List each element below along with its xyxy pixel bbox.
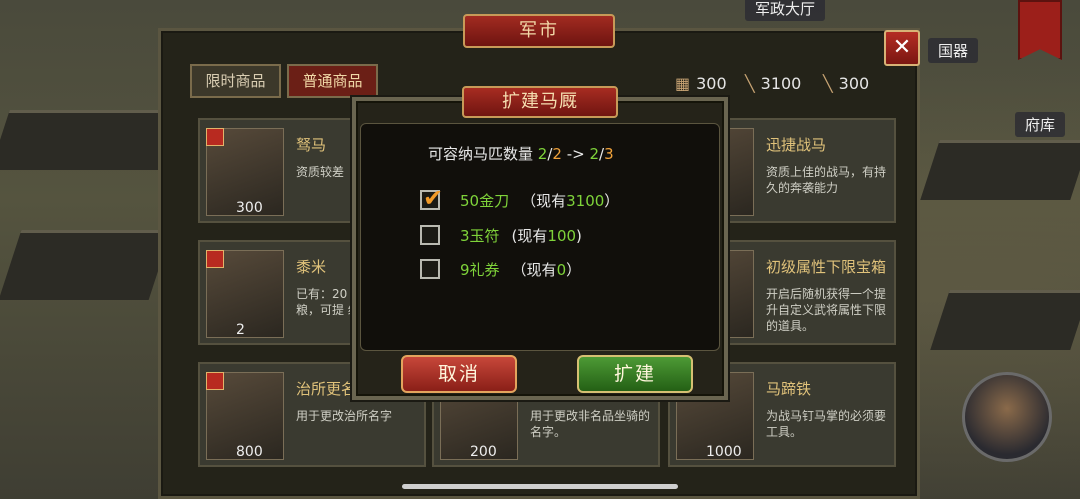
dialog-title: 扩建马厩 <box>462 86 618 118</box>
expand-button[interactable]: 扩建 <box>577 355 693 393</box>
option-cost: 9礼券 <box>460 260 500 279</box>
owned-suffix: ） <box>604 191 620 210</box>
checkbox-checked[interactable] <box>420 184 443 212</box>
owned-prefix: (现有 <box>511 226 548 245</box>
owned-prefix: （现有 <box>511 260 557 279</box>
owned-value: 0 <box>556 260 567 279</box>
capacity-text: 可容纳马匹数量 2/2 -> 2/3 <box>428 143 614 164</box>
checkbox-unchecked[interactable] <box>420 259 440 279</box>
option-owned: (现有100) <box>512 225 582 246</box>
capacity-new-used: 2 <box>589 145 600 163</box>
payment-option-jade-token[interactable]: 3玉符 (现有100) <box>420 223 582 247</box>
owned-suffix: ) <box>576 226 582 245</box>
owned-value: 100 <box>547 226 577 245</box>
payment-option-gold-knife[interactable]: 50金刀 （现有3100） <box>420 184 619 212</box>
option-cost: 3玉符 <box>460 226 500 245</box>
owned-suffix: ） <box>566 260 582 279</box>
home-indicator[interactable] <box>402 484 678 489</box>
cancel-button[interactable]: 取消 <box>401 355 517 393</box>
capacity-current-used: 2 <box>537 145 548 163</box>
owned-value: 3100 <box>566 191 605 210</box>
option-owned: （现有0） <box>512 259 582 280</box>
option-cost: 50金刀 <box>460 191 510 210</box>
owned-prefix: （现有 <box>521 191 567 210</box>
capacity-current-max: 2 <box>552 145 562 163</box>
checkbox-unchecked[interactable] <box>420 225 440 245</box>
option-owned: （现有3100） <box>521 190 619 211</box>
capacity-new-max: 3 <box>604 145 614 163</box>
capacity-label: 可容纳马匹数量 <box>428 145 534 163</box>
capacity-arrow: -> <box>561 145 590 163</box>
payment-option-voucher[interactable]: 9礼券 （现有0） <box>420 257 581 281</box>
